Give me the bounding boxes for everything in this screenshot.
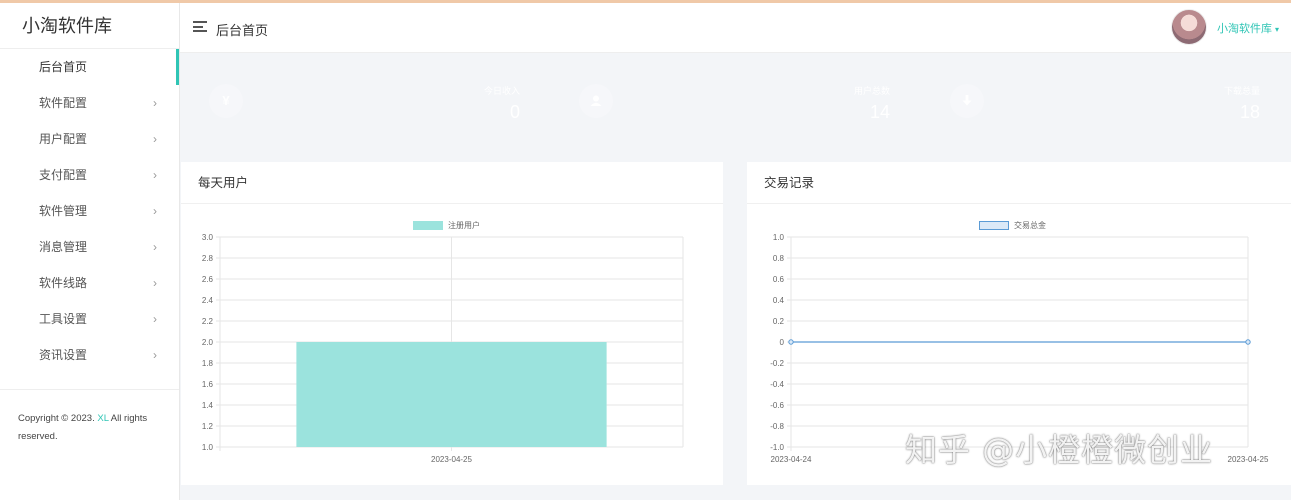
y-tick-label: 2.6: [202, 275, 214, 284]
user-name: 小淘软件库: [1217, 23, 1272, 35]
sidebar-item-home[interactable]: 后台首页: [0, 49, 179, 85]
stat-value: 14: [869, 102, 890, 122]
chevron-right-icon: ›: [153, 168, 157, 182]
sidebar: 小淘软件库 后台首页 软件配置 › 用户配置 › 支付配置 › 软件管理 › 消息管理 ›…: [0, 3, 180, 500]
chevron-right-icon: ›: [153, 240, 157, 254]
y-tick-label: 1.8: [202, 359, 214, 368]
data-point: [788, 339, 794, 345]
y-tick-label: 2.4: [202, 296, 214, 305]
watermark-text: 知乎 @小橙橙微创业: [905, 431, 1214, 469]
user-menu[interactable]: 小淘软件库 ▾: [1217, 20, 1279, 36]
sidebar-item-software-config[interactable]: 软件配置 ›: [0, 85, 179, 121]
download-icon: [950, 84, 984, 118]
sidebar-item-label: 工具设置: [39, 312, 88, 326]
sidebar-item-label: 软件管理: [39, 204, 88, 218]
y-tick-label: 3.0: [202, 233, 214, 242]
stat-label: 下载总量: [1223, 86, 1260, 96]
sidebar-item-label: 支付配置: [39, 168, 88, 182]
chevron-right-icon: ›: [153, 204, 157, 218]
sidebar-item-label: 消息管理: [39, 240, 88, 254]
x-tick-label: 2023-04-25: [431, 455, 472, 464]
sidebar-item-payment-config[interactable]: 支付配置 ›: [0, 157, 179, 193]
stat-label: 今日收入: [483, 86, 520, 96]
chevron-right-icon: ›: [153, 96, 157, 110]
caret-down-icon: ▾: [1275, 25, 1280, 34]
sidebar-item-label: 软件线路: [39, 276, 88, 290]
sidebar-item-label: 软件配置: [39, 96, 88, 110]
chevron-right-icon: ›: [153, 132, 157, 146]
stat-card-income: ¥ 今日收入 0: [191, 64, 538, 144]
y-tick-label: 2.2: [202, 317, 214, 326]
y-tick-label: -1.0: [770, 443, 784, 452]
sidebar-item-software-manage[interactable]: 软件管理 ›: [0, 193, 179, 229]
y-tick-label: -0.6: [770, 401, 784, 410]
x-tick-label: 2023-04-25: [1228, 455, 1269, 464]
sidebar-item-user-config[interactable]: 用户配置 ›: [0, 121, 179, 157]
y-tick-label: 1.6: [202, 380, 214, 389]
stat-card-downloads: 下载总量 18: [932, 64, 1278, 144]
sidebar-item-software-routes[interactable]: 软件线路 ›: [0, 265, 179, 301]
stat-value: 18: [1239, 102, 1260, 122]
y-tick-label: 1.0: [773, 233, 785, 242]
data-point: [1245, 339, 1251, 345]
sidebar-item-label: 资讯设置: [39, 348, 88, 362]
copyright-prefix: Copyright © 2023.: [18, 413, 98, 424]
yen-icon: ¥: [209, 84, 243, 118]
stat-value: 0: [509, 102, 520, 122]
daily-users-panel: 每天用户 注册用户 1.0 1.2 1.4 1.6 1.8 2.0 2.2 2.4 2.6 2.8…: [181, 162, 723, 485]
y-tick-label: 0.2: [773, 317, 785, 326]
y-tick-label: 1.2: [202, 422, 214, 431]
top-header: 后台首页 小淘软件库 ▾: [180, 3, 1291, 53]
y-tick-label: 1.0: [202, 443, 214, 452]
y-tick-label: 1.4: [202, 401, 214, 410]
chevron-right-icon: ›: [153, 276, 157, 290]
sidebar-item-label: 后台首页: [39, 60, 88, 74]
y-tick-label: -0.2: [770, 359, 784, 368]
y-tick-label: 0.8: [773, 254, 785, 263]
sidebar-item-label: 用户配置: [39, 132, 88, 146]
user-icon: [579, 84, 613, 118]
y-tick-label: 0: [780, 338, 785, 347]
sidebar-item-message-manage[interactable]: 消息管理 ›: [0, 229, 179, 265]
y-tick-label: -0.8: [770, 422, 784, 431]
brand-logo-text[interactable]: 小淘软件库: [0, 3, 179, 49]
copyright-notice: Copyright © 2023. XL All rights reserved…: [0, 389, 179, 446]
x-tick-label: 2023-04-24: [771, 455, 812, 464]
chevron-right-icon: ›: [153, 348, 157, 362]
daily-users-chart: 1.0 1.2 1.4 1.6 1.8 2.0 2.2 2.4 2.6 2.8 3.0 2023-04…: [202, 233, 684, 464]
y-tick-label: -0.4: [770, 380, 784, 389]
menu-toggle-icon[interactable]: [193, 21, 207, 32]
sidebar-nav: 后台首页 软件配置 › 用户配置 › 支付配置 › 软件管理 › 消息管理 › 软件线路 ›…: [0, 49, 179, 373]
copyright-link[interactable]: XL: [97, 413, 108, 424]
stat-card-users: 用户总数 14: [561, 64, 908, 144]
sidebar-item-tool-settings[interactable]: 工具设置 ›: [0, 301, 179, 337]
y-tick-label: 0.4: [773, 296, 785, 305]
avatar[interactable]: [1171, 9, 1207, 45]
y-tick-label: 2.0: [202, 338, 214, 347]
chevron-right-icon: ›: [153, 312, 157, 326]
breadcrumb: 后台首页: [216, 23, 269, 38]
y-tick-label: 2.8: [202, 254, 214, 263]
stat-label: 用户总数: [853, 86, 890, 96]
sidebar-item-news-settings[interactable]: 资讯设置 ›: [0, 337, 179, 373]
y-tick-label: 0.6: [773, 275, 785, 284]
bar: [296, 342, 607, 447]
